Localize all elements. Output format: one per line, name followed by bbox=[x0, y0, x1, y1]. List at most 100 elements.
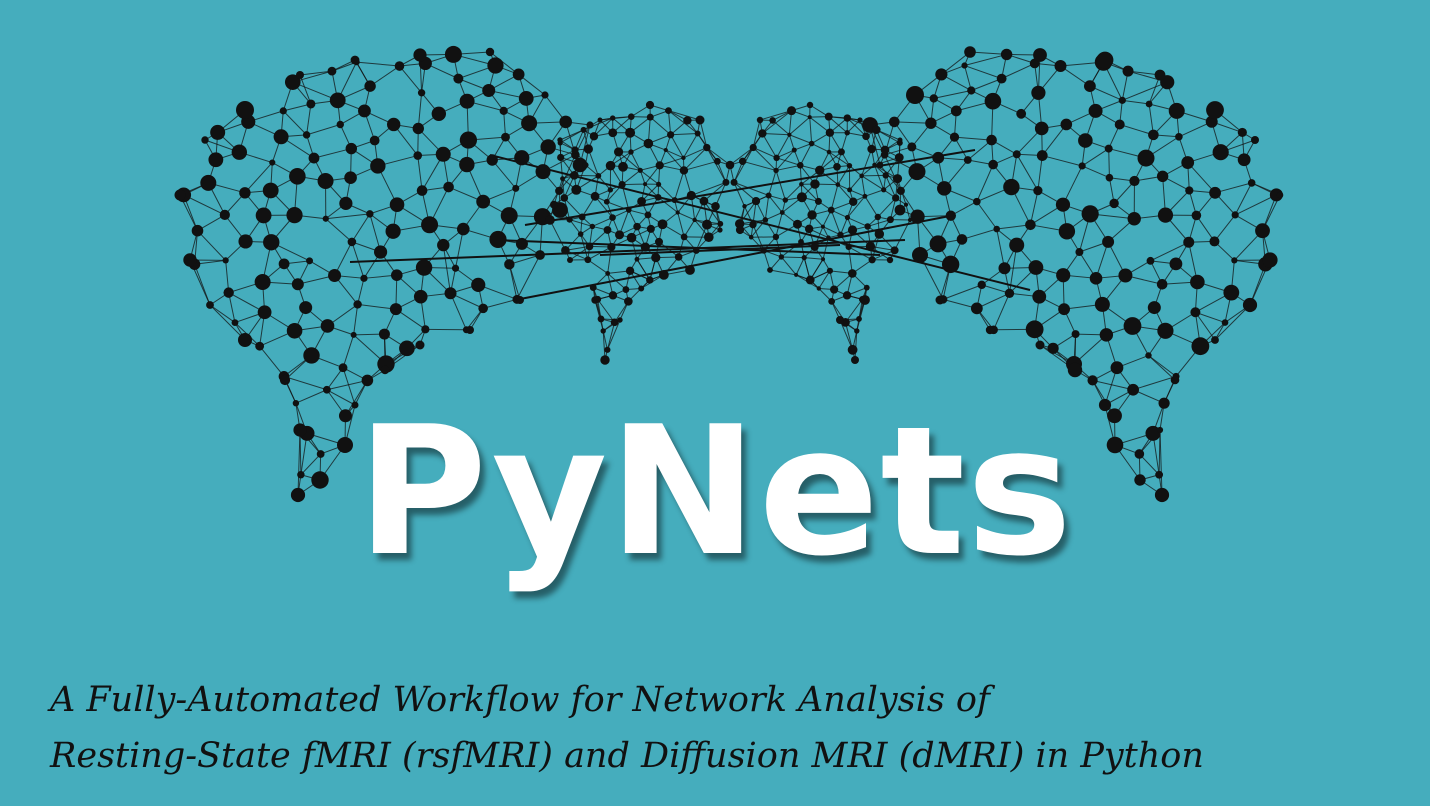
right-inner-node bbox=[837, 148, 845, 156]
right-hemisphere-node bbox=[1191, 337, 1210, 356]
left-inner-node bbox=[600, 328, 606, 334]
right-hemisphere-node bbox=[1211, 336, 1219, 344]
right-hemisphere-node bbox=[1147, 301, 1161, 315]
right-inner-node bbox=[735, 225, 745, 235]
left-hemisphere-edge bbox=[399, 65, 422, 94]
left-hemisphere-node bbox=[174, 189, 186, 201]
left-hemisphere-node bbox=[339, 196, 353, 210]
right-inner-edge bbox=[776, 157, 801, 166]
left-hemisphere-edge bbox=[282, 110, 307, 136]
right-inner-node bbox=[767, 267, 773, 273]
left-hemisphere-node bbox=[361, 374, 374, 387]
right-hemisphere-node bbox=[1190, 274, 1205, 290]
right-hemisphere-node bbox=[963, 156, 972, 164]
right-inner-edge bbox=[830, 184, 839, 211]
right-inner-node bbox=[730, 178, 738, 186]
right-hemisphere-node bbox=[1170, 375, 1180, 385]
left-inner-node bbox=[560, 176, 565, 182]
right-hemisphere-node bbox=[1146, 256, 1155, 265]
right-hemisphere-node bbox=[1058, 223, 1076, 240]
right-inner-node bbox=[844, 214, 851, 221]
right-hemisphere-node bbox=[964, 46, 976, 58]
left-hemisphere-node bbox=[262, 182, 279, 199]
banner: PyNets A Fully-Automated Workflow for Ne… bbox=[0, 0, 1430, 806]
left-hemisphere-node bbox=[329, 92, 346, 109]
right-hemisphere-node bbox=[1154, 69, 1166, 81]
left-hemisphere-edge bbox=[351, 241, 365, 279]
left-hemisphere-edge bbox=[356, 61, 400, 67]
right-hemisphere-node bbox=[1104, 144, 1113, 153]
left-hemisphere-node bbox=[360, 274, 368, 282]
right-hemisphere-node bbox=[1223, 284, 1240, 301]
left-hemisphere-node bbox=[303, 347, 320, 364]
right-hemisphere-node bbox=[929, 235, 947, 253]
left-inner-node bbox=[580, 126, 587, 133]
left-inner-node bbox=[557, 137, 563, 143]
left-hemisphere-node bbox=[482, 84, 496, 98]
right-hemisphere-node bbox=[1231, 257, 1238, 264]
right-inner-node bbox=[804, 224, 814, 234]
right-inner-node bbox=[807, 115, 812, 120]
right-inner-edge bbox=[864, 189, 884, 197]
left-inner-node bbox=[577, 231, 584, 237]
right-hemisphere-node bbox=[950, 105, 962, 117]
left-hemisphere-edge bbox=[306, 124, 341, 136]
right-inner-node bbox=[820, 224, 825, 229]
left-inner-edge bbox=[677, 212, 695, 221]
left-inner-node bbox=[597, 315, 605, 323]
right-inner-node bbox=[779, 210, 785, 215]
right-hemisphere-node bbox=[1156, 170, 1169, 182]
right-hemisphere-edge bbox=[993, 293, 1010, 330]
right-hemisphere-node bbox=[1255, 223, 1270, 239]
right-inner-node bbox=[798, 238, 804, 245]
left-hemisphere-node bbox=[541, 91, 549, 99]
right-inner-node bbox=[749, 220, 757, 229]
right-hemisphere-node bbox=[945, 210, 957, 221]
left-hemisphere-node bbox=[291, 278, 304, 291]
left-hemisphere-node bbox=[255, 341, 265, 351]
right-hemisphere-node bbox=[1114, 119, 1125, 130]
left-inner-edge bbox=[670, 134, 684, 159]
left-inner-node bbox=[628, 149, 634, 155]
left-inner-node bbox=[607, 187, 614, 193]
right-inner-node bbox=[856, 316, 862, 322]
right-hemisphere-node bbox=[1183, 236, 1195, 248]
left-inner-node bbox=[609, 115, 616, 121]
right-hemisphere-edge bbox=[1016, 154, 1039, 191]
left-inner-node bbox=[717, 220, 724, 227]
right-hemisphere-node bbox=[1047, 342, 1059, 354]
left-inner-node bbox=[656, 181, 662, 187]
right-inner-node bbox=[872, 162, 877, 168]
right-hemisphere-edge bbox=[964, 65, 1002, 80]
left-hemisphere-node bbox=[210, 124, 226, 140]
right-inner-node bbox=[842, 291, 852, 300]
right-inner-node bbox=[864, 223, 871, 230]
left-inner-node bbox=[694, 130, 701, 137]
right-inner-edge bbox=[795, 257, 805, 276]
right-inner-node bbox=[738, 157, 747, 166]
left-hemisphere-node bbox=[471, 277, 486, 292]
right-inner-node bbox=[854, 328, 860, 334]
left-hemisphere-node bbox=[254, 273, 271, 290]
left-hemisphere-node bbox=[366, 210, 374, 218]
right-hemisphere-edge bbox=[1081, 148, 1109, 167]
left-hemisphere-node bbox=[378, 328, 390, 340]
left-hemisphere-node bbox=[535, 164, 551, 180]
left-inner-node bbox=[674, 253, 683, 261]
left-inner-node bbox=[584, 256, 592, 264]
right-hemisphere-node bbox=[1190, 307, 1201, 318]
right-inner-node bbox=[886, 216, 894, 224]
right-inner-node bbox=[765, 192, 772, 199]
left-inner-node bbox=[549, 200, 558, 209]
left-hemisphere-node bbox=[501, 132, 510, 142]
right-hemisphere-node bbox=[908, 163, 926, 181]
right-inner-edge bbox=[804, 257, 824, 260]
right-hemisphere-node bbox=[961, 62, 968, 69]
left-hemisphere-node bbox=[299, 301, 313, 315]
right-hemisphere-node bbox=[1058, 303, 1070, 316]
right-hemisphere-node bbox=[1175, 132, 1183, 141]
left-hemisphere-node bbox=[200, 174, 217, 191]
left-inner-node bbox=[658, 269, 669, 280]
right-hemisphere-node bbox=[1075, 248, 1084, 257]
right-hemisphere-edge bbox=[1108, 148, 1110, 178]
